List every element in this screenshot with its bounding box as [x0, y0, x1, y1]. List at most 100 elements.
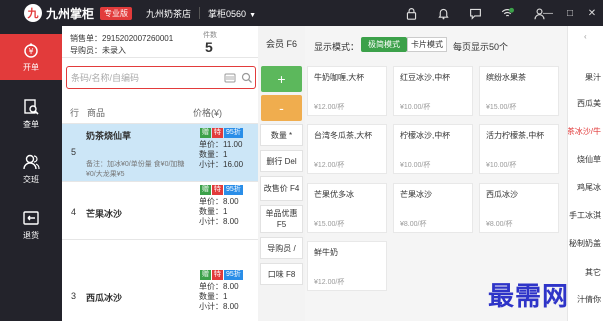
search-input[interactable]	[71, 70, 221, 86]
wifi-icon[interactable]	[499, 5, 515, 21]
chevron-down-icon: ▼	[249, 11, 256, 19]
category-item[interactable]: 鸡尾冰	[577, 182, 601, 193]
category-column: ‹ 果汁 西瓜美 茶冰沙/牛 烧仙草 鸡尾冰 手工冰淇 秘制奶盖 其它 汁倩你	[567, 26, 603, 321]
quantity: 数量：1	[199, 150, 228, 159]
minimize-icon[interactable]: —	[537, 8, 559, 19]
order-row[interactable]: 4 芒果冰沙 赠 特 95折 单价：8.00 数量：1 小计：8.00	[62, 181, 258, 239]
product-name: 柠檬冰沙,中杯	[400, 131, 451, 140]
guide-button[interactable]: 导购员 /	[260, 237, 303, 259]
product-name: 西瓜冰沙	[486, 190, 518, 199]
simple-mode-button[interactable]: 极简模式	[361, 37, 407, 52]
gift-badge: 赠	[200, 128, 211, 138]
product-card[interactable]: 西瓜冰沙 ¥8.00/杯	[479, 183, 559, 233]
delete-row-button[interactable]: 删行 Del	[260, 150, 303, 172]
users-icon	[22, 153, 40, 171]
nav-item-query[interactable]: 查单	[0, 91, 62, 137]
order-row[interactable]: 3 西瓜冰沙 赠 特 95折 单价：8.00 数量：1 小计：8.00	[62, 239, 258, 321]
row-amounts: 单价：8.00 数量：1 小计：8.00	[199, 282, 239, 312]
change-price-button[interactable]: 改售价 F4	[260, 176, 303, 201]
order-row[interactable]: 奶茶烧仙草 5 备注：加冰¥0/单份量 食¥0/加糖¥0/大龙果¥5 赠 特 9…	[62, 123, 258, 181]
flavor-button[interactable]: 口味 F8	[260, 263, 303, 285]
nav-item-return[interactable]: 退货	[0, 202, 62, 248]
category-item[interactable]: 秘制奶盖	[569, 238, 601, 249]
product-price: ¥12.00/杯	[314, 162, 345, 169]
special-badge: 特	[212, 128, 223, 138]
category-item[interactable]: 汁倩你	[577, 294, 601, 305]
increase-button[interactable]: +	[261, 66, 302, 92]
row-index: 5	[71, 147, 77, 157]
order-header: 销售单：2915202007260001 导购员：未录入 件数 5	[62, 26, 258, 58]
product-name: 台湾冬瓜茶,大杯	[314, 131, 373, 140]
order-number: 销售单：2915202007260001	[70, 34, 174, 43]
product-name: 鲜牛奶	[314, 248, 338, 257]
maximize-icon[interactable]: □	[559, 8, 581, 19]
nav-label: 退货	[23, 231, 39, 240]
return-icon	[22, 209, 40, 227]
account-dropdown[interactable]: 掌柜0560 ▼	[208, 7, 256, 20]
category-item[interactable]: 手工冰淇	[569, 210, 601, 221]
chat-icon[interactable]	[467, 5, 483, 21]
product-price: ¥12.00/杯	[314, 104, 345, 111]
product-price: ¥15.00/杯	[314, 221, 345, 228]
product-name: 牛奶咖喱,大杯	[314, 73, 365, 82]
lock-icon[interactable]	[403, 5, 419, 21]
logo-mark-icon: 九	[24, 4, 42, 22]
staff-label: 导购员：未录入	[70, 46, 126, 55]
receipt-search-icon	[22, 98, 40, 116]
bell-icon[interactable]	[435, 5, 451, 21]
special-badge: 特	[212, 185, 223, 195]
subtotal: 小计：8.00	[199, 217, 239, 226]
product-card[interactable]: 台湾冬瓜茶,大杯 ¥12.00/杯	[307, 124, 387, 174]
member-button[interactable]: 会员 F6	[260, 35, 303, 53]
product-name: 芒果优多冰	[314, 190, 354, 199]
card-mode-button[interactable]: 卡片模式	[407, 37, 447, 52]
product-name: 西瓜冰沙	[86, 293, 123, 303]
nav-label: 开单	[23, 63, 39, 72]
discount-badge: 95折	[224, 270, 243, 280]
special-badge: 特	[212, 270, 223, 280]
row-badges: 赠 特 95折	[200, 185, 243, 195]
nav-item-open-order[interactable]: ¥ 开单	[0, 34, 62, 80]
close-icon[interactable]: ✕	[581, 8, 603, 19]
category-item[interactable]: 烧仙草	[577, 154, 601, 165]
nav-item-shift[interactable]: 交班	[0, 146, 62, 192]
product-card[interactable]: 缤纷水果茶 ¥15.00/杯	[479, 66, 559, 116]
product-card[interactable]: 鲜牛奶 ¥12.00/杯	[307, 241, 387, 291]
barcode-icon[interactable]	[224, 72, 236, 84]
per-page-label: 每页显示50个	[453, 42, 509, 52]
discount-badge: 95折	[224, 128, 243, 138]
category-item[interactable]: 茶冰沙/牛	[568, 126, 601, 137]
app-name: 九州掌柜	[46, 6, 95, 21]
row-badges: 赠 特 95折	[200, 128, 243, 138]
quantity-button[interactable]: 数量 *	[260, 124, 303, 146]
search-icon[interactable]	[241, 72, 253, 84]
unit-price: 单价：8.00	[199, 197, 239, 206]
divider	[199, 7, 201, 19]
item-discount-button[interactable]: 单品优惠 F5	[260, 205, 303, 233]
category-item[interactable]: 西瓜美	[577, 98, 601, 109]
display-mode-label: 显示模式：	[314, 42, 360, 52]
row-index: 4	[71, 207, 77, 217]
product-card[interactable]: 柠檬冰沙,中杯 ¥10.00/杯	[393, 124, 473, 174]
gift-badge: 赠	[200, 185, 211, 195]
decrease-button[interactable]: -	[261, 95, 302, 121]
category-item[interactable]: 果汁	[585, 72, 601, 83]
product-card[interactable]: 芒果冰沙 ¥8.00/杯	[393, 183, 473, 233]
product-name: 芒果冰沙	[86, 209, 123, 219]
product-card[interactable]: 牛奶咖喱,大杯 ¥12.00/杯	[307, 66, 387, 116]
product-card[interactable]: 红豆冰沙,中杯 ¥10.00/杯	[393, 66, 473, 116]
toolbar-icons	[403, 0, 547, 26]
cashier-icon: ¥	[22, 41, 40, 59]
product-card[interactable]: 芒果优多冰 ¥15.00/杯	[307, 183, 387, 233]
order-panel: 销售单：2915202007260001 导购员：未录入 件数 5 行 商品 价…	[62, 26, 258, 321]
scroll-up-icon[interactable]: ‹	[584, 32, 587, 41]
category-item[interactable]: 其它	[585, 267, 601, 278]
product-name: 芒果冰沙	[400, 190, 432, 199]
account-name: 掌柜0560	[208, 8, 247, 19]
row-amounts: 单价：8.00 数量：1 小计：8.00	[199, 197, 239, 227]
product-price: ¥12.00/杯	[314, 279, 345, 286]
row-amounts: 单价：11.00 数量：1 小计：16.00	[199, 140, 243, 170]
product-card[interactable]: 活力柠檬茶,中杯 ¥10.00/杯	[479, 124, 559, 174]
product-price: ¥10.00/杯	[486, 162, 517, 169]
subtotal: 小计：8.00	[199, 302, 239, 311]
